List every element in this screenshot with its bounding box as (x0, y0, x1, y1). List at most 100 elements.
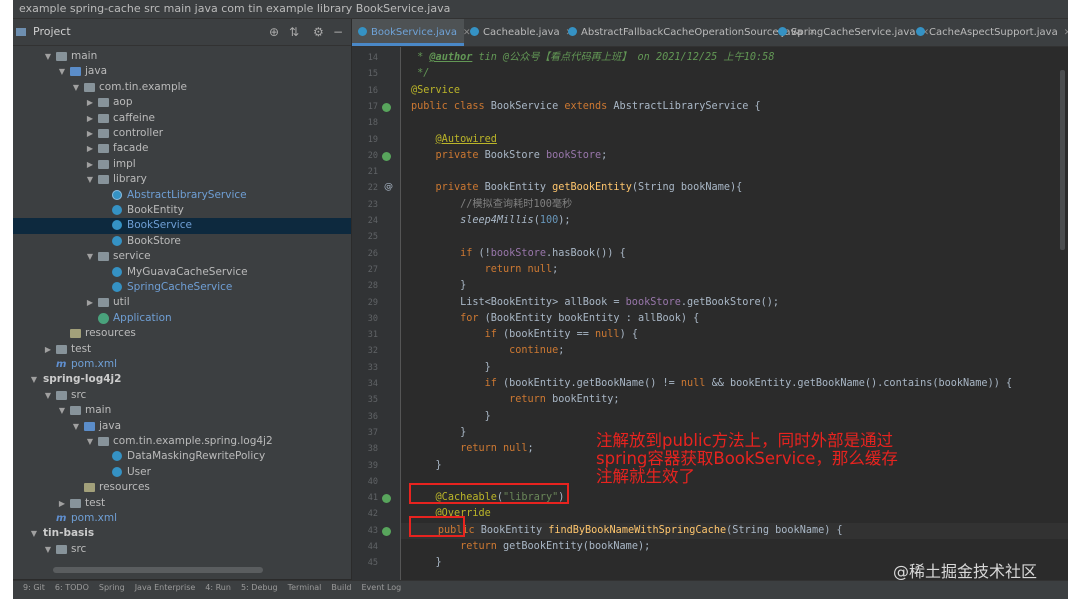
tree-item-resources[interactable]: resources (13, 480, 351, 495)
chevron-right-icon[interactable]: ▶ (85, 295, 95, 310)
code-line[interactable]: @Service (411, 83, 460, 99)
code-line[interactable]: */ (411, 66, 429, 82)
tree-item-tin-basis[interactable]: ▼ tin-basis (13, 526, 351, 541)
spring-bean-gutter-icon[interactable] (382, 494, 391, 504)
tree-item-datamaskingrewritepolicy[interactable]: DataMaskingRewritePolicy (13, 449, 351, 464)
tree-item-impl[interactable]: ▶ impl (13, 157, 351, 172)
code-line[interactable]: return null; (411, 441, 534, 457)
tool-window-button[interactable]: 6: TODO (55, 583, 89, 592)
tree-item-pom-xml[interactable]: m pom.xml (13, 511, 351, 526)
code-line[interactable]: private BookEntity getBookEntity(String … (411, 180, 743, 196)
spring-bean-gutter-icon[interactable] (382, 151, 391, 161)
code-line[interactable]: } (411, 278, 466, 294)
chevron-down-icon[interactable]: ▼ (85, 172, 95, 187)
tool-window-button[interactable]: Java Enterprise (135, 583, 196, 592)
tree-item-caffeine[interactable]: ▶ caffeine (13, 111, 351, 126)
chevron-down-icon[interactable]: ▼ (57, 403, 67, 418)
hide-icon[interactable]: − (333, 25, 343, 39)
tree-item-controller[interactable]: ▶ controller (13, 126, 351, 141)
code-line[interactable]: continue; (411, 343, 564, 359)
code-line[interactable]: * @author tin @公众号【看点代码再上班】 on 2021/12/2… (411, 50, 774, 66)
locate-icon[interactable]: ⊕ (269, 25, 279, 39)
tree-item-bookentity[interactable]: BookEntity (13, 203, 351, 218)
tree-item-java[interactable]: ▼ java (13, 64, 351, 79)
horizontal-scrollbar[interactable] (53, 567, 263, 573)
chevron-right-icon[interactable]: ▶ (85, 126, 95, 141)
chevron-down-icon[interactable]: ▼ (29, 526, 39, 541)
breadcrumb[interactable]: example spring-cache src main java com t… (13, 2, 450, 15)
close-icon[interactable]: ✕ (1064, 28, 1068, 38)
tree-item-pom-xml[interactable]: m pom.xml (13, 357, 351, 372)
code-line[interactable]: } (411, 409, 491, 425)
tab-cacheable-java[interactable]: Cacheable.java✕ (464, 19, 573, 46)
code-line[interactable]: return getBookEntity(bookName); (411, 539, 650, 555)
chevron-down-icon[interactable]: ▼ (43, 49, 53, 64)
code-line[interactable]: return bookEntity; (411, 392, 619, 408)
tree-item-com-tin-example[interactable]: ▼ com.tin.example (13, 80, 351, 95)
code-line[interactable]: } (411, 360, 491, 376)
annotation-gutter-icon[interactable]: @ (384, 182, 393, 192)
code-line[interactable]: } (411, 458, 442, 474)
gear-icon[interactable]: ⚙ (313, 25, 324, 39)
tree-item-resources[interactable]: resources (13, 326, 351, 341)
code-line[interactable]: for (BookEntity bookEntity : allBook) { (411, 311, 699, 327)
tool-window-button[interactable]: Build (331, 583, 351, 592)
tree-item-util[interactable]: ▶ util (13, 295, 351, 310)
chevron-down-icon[interactable]: ▼ (29, 372, 39, 387)
chevron-right-icon[interactable]: ▶ (85, 141, 95, 156)
code-line[interactable]: } (411, 425, 466, 441)
code-line[interactable]: public BookEntity findByBookNameWithSpri… (401, 522, 1068, 539)
chevron-down-icon[interactable]: ▼ (85, 249, 95, 264)
code-line[interactable]: @Autowired (411, 132, 497, 148)
tree-item-facade[interactable]: ▶ facade (13, 141, 351, 156)
chevron-down-icon[interactable]: ▼ (43, 542, 53, 557)
tool-window-button[interactable]: 9: Git (23, 583, 45, 592)
vertical-scrollbar[interactable] (1060, 70, 1065, 250)
project-panel-title[interactable]: Project (33, 25, 71, 38)
code-line[interactable]: public class BookService extends Abstrac… (411, 99, 761, 115)
tab-bookservice-java[interactable]: BookService.java ✕ (352, 19, 471, 46)
tool-window-button[interactable]: 4: Run (205, 583, 231, 592)
chevron-down-icon[interactable]: ▼ (43, 388, 53, 403)
tab-springcacheservice-java[interactable]: SpringCacheService.java ✕ (772, 19, 929, 46)
tree-item-java[interactable]: ▼ java (13, 419, 351, 434)
chevron-down-icon[interactable]: ▼ (71, 80, 81, 95)
code-line[interactable]: //模拟查询耗时100毫秒 (411, 197, 572, 213)
tree-item-spring-log4j2[interactable]: ▼ spring-log4j2 (13, 372, 351, 387)
tree-item-bookservice[interactable]: BookService (13, 218, 351, 234)
tree-item-src[interactable]: ▼ src (13, 542, 351, 557)
spring-bean-gutter-icon[interactable] (382, 526, 391, 536)
chevron-right-icon[interactable]: ▶ (85, 95, 95, 110)
tree-item-application[interactable]: Application (13, 311, 351, 326)
chevron-down-icon[interactable]: ▼ (57, 64, 67, 79)
code-line[interactable]: if (!bookStore.hasBook()) { (411, 246, 626, 262)
tree-item-library[interactable]: ▼ library (13, 172, 351, 187)
tree-item-springcacheservice[interactable]: SpringCacheService (13, 280, 351, 295)
code-line[interactable]: sleep4Millis(100); (411, 213, 570, 229)
code-line[interactable]: private BookStore bookStore; (411, 148, 608, 164)
tool-window-button[interactable]: Spring (99, 583, 125, 592)
tree-item-aop[interactable]: ▶ aop (13, 95, 351, 110)
chevron-right-icon[interactable]: ▶ (85, 111, 95, 126)
tree-item-com-tin-example-spring-log4j2[interactable]: ▼ com.tin.example.spring.log4j2 (13, 434, 351, 449)
tree-item-bookstore[interactable]: BookStore (13, 234, 351, 249)
tree-item-myguavacacheservice[interactable]: MyGuavaCacheService (13, 265, 351, 280)
spring-bean-gutter-icon[interactable] (382, 102, 391, 112)
code-line[interactable]: return null; (411, 262, 559, 278)
tool-window-button[interactable]: Terminal (288, 583, 322, 592)
tool-window-button[interactable]: 5: Debug (241, 583, 278, 592)
tree-item-abstractlibraryservice[interactable]: AbstractLibraryService (13, 188, 351, 203)
code-line[interactable]: } (411, 555, 442, 571)
code-line[interactable]: List<BookEntity> allBook = bookStore.get… (411, 295, 779, 311)
tree-item-service[interactable]: ▼ service (13, 249, 351, 264)
tree-item-user[interactable]: User (13, 465, 351, 480)
tree-item-src[interactable]: ▼ src (13, 388, 351, 403)
code-line[interactable]: if (bookEntity == null) { (411, 327, 638, 343)
tree-item-test[interactable]: ▶ test (13, 342, 351, 357)
chevron-down-icon[interactable]: ▼ (85, 434, 95, 449)
code-line[interactable]: if (bookEntity.getBookName() != null && … (411, 376, 1013, 392)
chevron-down-icon[interactable]: ▼ (71, 419, 81, 434)
tree-item-main[interactable]: ▼ main (13, 49, 351, 64)
tree-item-main[interactable]: ▼ main (13, 403, 351, 418)
tool-window-button[interactable]: Event Log (362, 583, 402, 592)
